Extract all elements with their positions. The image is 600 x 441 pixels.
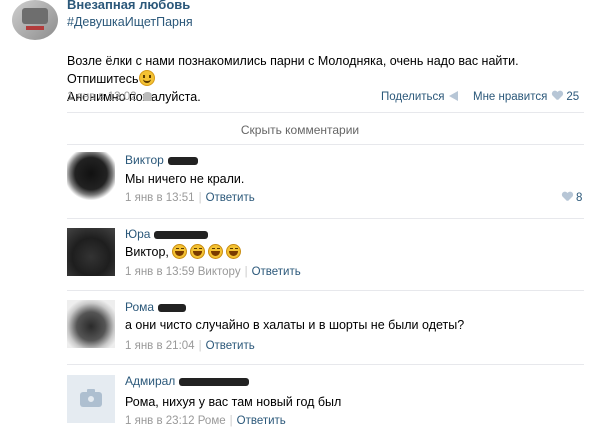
comment-author[interactable]: Виктор — [125, 153, 198, 167]
comment-author-name[interactable]: Виктор — [125, 153, 164, 167]
post-author[interactable]: Внезапная любовь — [67, 0, 190, 12]
post-hashtag[interactable]: #ДевушкаИщетПарня — [67, 15, 193, 29]
comment-date[interactable]: 1 янв в 23:12 — [125, 415, 195, 427]
reply-button[interactable]: Ответить — [206, 340, 255, 352]
reply-button[interactable]: Ответить — [252, 266, 301, 278]
comment-date[interactable]: 1 янв в 21:04 — [125, 340, 195, 352]
comment-date[interactable]: 1 янв в 13:59 — [125, 266, 195, 278]
share-label[interactable]: Поделиться — [381, 91, 445, 103]
comment-text: Рома, нихуя у вас там новый год был — [125, 395, 342, 409]
smile-emoji-icon — [138, 70, 155, 86]
hide-comments-label[interactable]: Скрыть комментарии — [241, 123, 359, 137]
comment-author[interactable]: Рома — [125, 300, 187, 314]
divider — [67, 290, 584, 291]
comment-author[interactable]: Юра — [125, 227, 209, 241]
heart-icon — [552, 91, 563, 101]
comment-author[interactable]: Адмирал — [125, 374, 250, 388]
commenter-avatar[interactable] — [67, 375, 115, 423]
comment-author-name[interactable]: Рома — [125, 300, 154, 314]
divider — [67, 218, 584, 219]
redacted-surname — [158, 304, 187, 312]
reply-to[interactable]: Роме — [198, 415, 226, 427]
commenter-avatar[interactable] — [67, 228, 115, 276]
comment-meta: 1 янв в 23:12 Роме | Ответить — [125, 415, 286, 427]
post-date[interactable]: 1 янв в 13:02 — [67, 91, 152, 103]
laugh-emoji-icon — [190, 244, 206, 259]
post-text-line1: Возле ёлки с нами познакомились парни с … — [67, 54, 519, 86]
commenter-avatar[interactable] — [67, 152, 115, 200]
redacted-surname — [167, 157, 198, 165]
redacted-surname — [179, 378, 250, 386]
android-icon — [142, 92, 152, 101]
reply-button[interactable]: Ответить — [237, 415, 286, 427]
comment-author-name[interactable]: Юра — [125, 227, 150, 241]
comment-like-count: 8 — [576, 192, 583, 204]
redacted-surname — [154, 231, 209, 239]
comment-meta: 1 янв в 21:04 | Ответить — [125, 340, 255, 352]
like-label[interactable]: Мне нравится — [473, 91, 547, 103]
laugh-emoji-icon — [172, 244, 188, 259]
reply-to[interactable]: Виктору — [198, 266, 241, 278]
like-count: 25 — [566, 91, 580, 103]
like-button[interactable]: Мне нравится 25 — [473, 91, 579, 103]
hide-comments-link[interactable]: Скрыть комментарии — [0, 123, 600, 137]
comment-text: Мы ничего не крали. — [125, 172, 245, 186]
group-avatar[interactable] — [12, 0, 58, 40]
comment-meta: 1 янв в 13:51 | Ответить — [125, 192, 255, 204]
heart-icon — [562, 192, 573, 202]
laugh-emoji-icon — [226, 244, 242, 259]
comment-like-button[interactable]: 8 — [557, 192, 582, 204]
divider — [67, 364, 584, 365]
reply-button[interactable]: Ответить — [206, 192, 255, 204]
divider — [67, 112, 584, 113]
post-date-text[interactable]: 1 янв в 13:02 — [67, 91, 137, 103]
share-button[interactable]: Поделиться — [381, 91, 458, 103]
laugh-emoji-icon — [208, 244, 224, 259]
comment-meta: 1 янв в 13:59 Виктору | Ответить — [125, 266, 301, 278]
divider — [67, 144, 584, 145]
comment-text: а они чисто случайно в халаты и в шорты … — [125, 318, 465, 332]
comment-text-value: Виктор, — [125, 245, 169, 259]
megaphone-icon — [448, 91, 458, 101]
comment-text: Виктор, — [125, 244, 244, 259]
comment-date[interactable]: 1 янв в 13:51 — [125, 192, 195, 204]
commenter-avatar[interactable] — [67, 300, 115, 348]
comment-author-name[interactable]: Адмирал — [125, 374, 175, 388]
